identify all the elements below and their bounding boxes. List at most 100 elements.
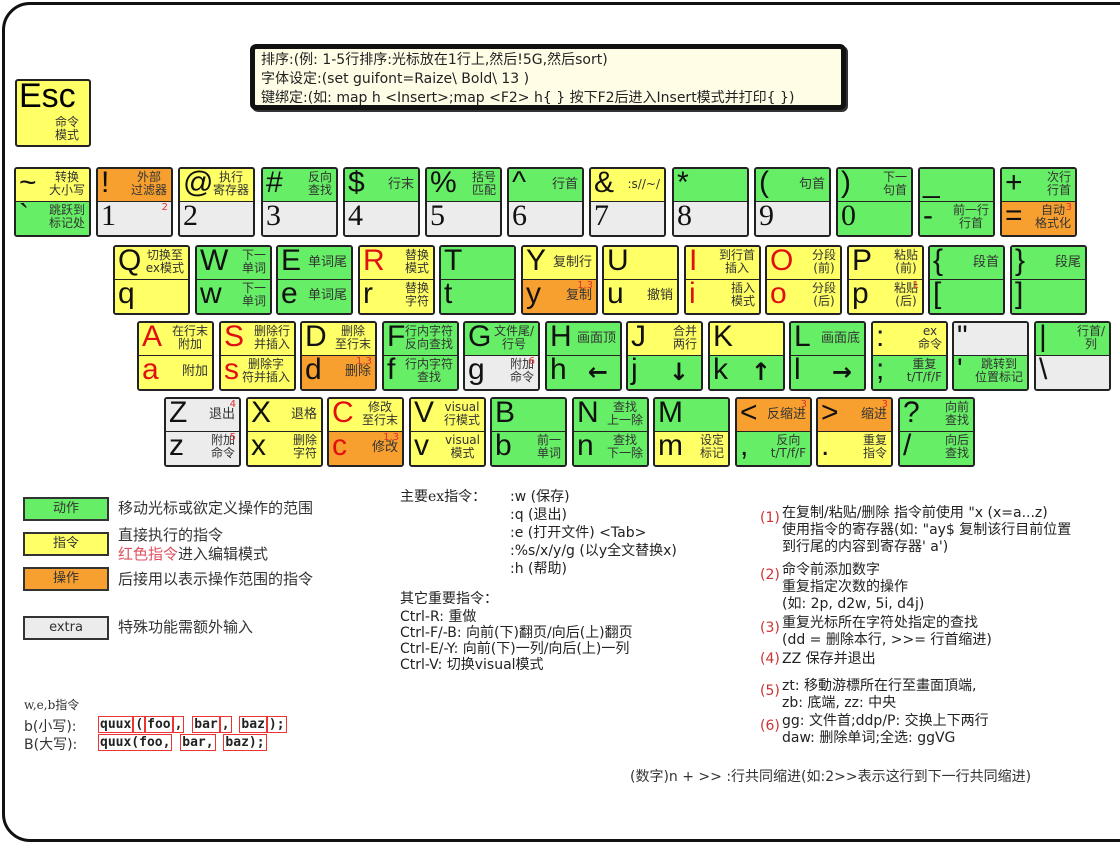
keycap[interactable]: < 反缩进 3, 反向 t/T/f/F xyxy=(735,397,812,467)
key-backslash[interactable]: \ xyxy=(1036,353,1109,389)
key-lower-z[interactable]: z 附加 命令 5 xyxy=(166,429,239,465)
keycap[interactable]: ? 向前 查找 / 向后 查找 xyxy=(898,397,975,467)
keycap[interactable]: + 次行 行首 = 自动 格式化 3 xyxy=(1000,167,1077,237)
keycap[interactable]: D 删除 至行末 d 删除 1,3 xyxy=(300,321,377,391)
keycap[interactable]: Z 退出 4 z 附加 命令 5 xyxy=(164,397,241,467)
key-lower-m[interactable]: m 设定 标记 xyxy=(655,429,728,465)
key-lower-f[interactable]: f 行内字符 查找 xyxy=(384,353,457,389)
keycap[interactable]: Uu 撤销 xyxy=(602,245,679,315)
key-lower-r[interactable]: r 替换 字符 xyxy=(360,277,433,313)
keycap[interactable]: L 画面底 l → xyxy=(789,321,866,391)
key-lower-d[interactable]: d 删除 1,3 xyxy=(302,353,375,389)
keycap[interactable]: C 修改 至行末 c 修改 1,3 xyxy=(327,397,404,467)
keycap[interactable]: Q 切换至 ex模式 q xyxy=(113,245,190,315)
key-lower-o[interactable]: o 分段 (后) xyxy=(767,277,840,313)
keycap[interactable]: } 段尾] xyxy=(1010,245,1087,315)
keycap[interactable]: I 到行首 插入 i 插入 模式 xyxy=(684,245,761,315)
key-lower-c[interactable]: c 修改 1,3 xyxy=(329,429,402,465)
key-equals[interactable]: = 自动 格式化 3 xyxy=(1002,199,1075,235)
keycap[interactable]: " ' 跳转到 位置标记 xyxy=(952,321,1029,391)
key-2[interactable]: 2 xyxy=(180,199,253,235)
key-upper-i[interactable]: I 到行首 插入 xyxy=(686,247,759,280)
key-lower-y[interactable]: y 复制 1,3 xyxy=(523,277,596,313)
key-slash[interactable]: / 向后 查找 xyxy=(900,429,973,465)
keycap[interactable]: X 退格 x 删除 字符 xyxy=(246,397,323,467)
key-lower-s[interactable]: s 删除字 符并插入 xyxy=(221,353,294,389)
key-1[interactable]: 12 xyxy=(98,199,171,235)
keycap[interactable]: Bb 前一 单词 xyxy=(490,397,567,467)
keycap[interactable]: ^ 行首 6 xyxy=(507,167,584,237)
key-lower-i[interactable]: i 插入 模式 xyxy=(686,277,759,313)
keycap[interactable]: | 行首/列 \ xyxy=(1034,321,1111,391)
key-upper-j[interactable]: J 合并 两行 xyxy=(628,323,701,356)
key-rbracket[interactable]: ] xyxy=(1012,277,1085,313)
keycap[interactable]: Vvisual 行模式 v visual 模式 xyxy=(409,397,486,467)
keycap[interactable]: H 画面顶 h ← xyxy=(545,321,622,391)
keycap[interactable]: S 删除行 并插入 s 删除字 符并插入 xyxy=(219,321,296,391)
keycap[interactable]: J 合并 两行 j ↓ xyxy=(626,321,703,391)
key-char: * xyxy=(677,167,689,199)
key-lower-x[interactable]: x 删除 字符 xyxy=(248,429,321,465)
keycap[interactable]: _ - 前一行 行首 xyxy=(918,167,995,237)
keycap[interactable]: N 查找 上一除 n 查找 下一除 xyxy=(572,397,649,467)
key-lbracket[interactable]: [ xyxy=(930,277,1003,313)
key-lower-a[interactable]: a 附加 xyxy=(139,353,212,389)
key-lower-h[interactable]: h ← xyxy=(547,353,620,389)
keycap[interactable]: * 8 xyxy=(672,167,749,237)
key-3[interactable]: 3 xyxy=(263,199,336,235)
keycap[interactable]: {段首 [ xyxy=(928,245,1005,315)
key-lower-p[interactable]: p 粘贴 (后) 1 xyxy=(849,277,922,313)
keycap[interactable]: % 括号 匹配 5 xyxy=(425,167,502,237)
key-lower-w[interactable]: w 下一 单词 xyxy=(197,277,270,313)
keycap[interactable]: ) 下一 句首 0 xyxy=(836,167,913,237)
keycap[interactable]: R 替换 模式 r 替换 字符 xyxy=(358,245,435,315)
keycap[interactable]: # 反向 查找 3 xyxy=(261,167,338,237)
keycap[interactable]: P 粘贴 (前) p 粘贴 (后) 1 xyxy=(847,245,924,315)
keycap[interactable]: G 文件尾/行号 g 附加 命令 6 xyxy=(463,321,540,391)
keycap[interactable]: ~ 转换 大小写 ` 跳跃到 标记处 xyxy=(14,167,91,237)
key-semicolon[interactable]: ; 重复 t/T/f/F xyxy=(873,353,946,389)
key-lower-l[interactable]: l → xyxy=(791,353,864,389)
keycap[interactable]: ! 外部 过滤器 1 2 xyxy=(96,167,173,237)
key-0[interactable]: 0 xyxy=(838,199,911,235)
keycap[interactable]: (句首 9 xyxy=(754,167,831,237)
keycap[interactable]: &:s//~/ 7 xyxy=(589,167,666,237)
key-lower-q[interactable]: q xyxy=(115,277,188,313)
key-dquote[interactable]: " xyxy=(954,323,1027,356)
key-lower-v[interactable]: v visual 模式 xyxy=(411,429,484,465)
key-comma[interactable]: , 反向 t/T/f/F xyxy=(737,429,810,465)
keycap[interactable]: W 下一 单词 w 下一 单词 xyxy=(195,245,272,315)
key-lower-t[interactable]: t xyxy=(441,277,514,313)
key-esc[interactable]: Esc 命令 模式 xyxy=(15,77,91,147)
key-4[interactable]: 4 xyxy=(345,199,418,235)
key-squote[interactable]: ' 跳转到 位置标记 xyxy=(954,353,1027,389)
key-upper-l[interactable]: L 画面底 xyxy=(791,323,864,356)
keycap[interactable]: Tt xyxy=(439,245,516,315)
keycap[interactable]: Y 复制行 y 复制 1,3 xyxy=(521,245,598,315)
key-lower-u[interactable]: u 撤销 xyxy=(604,277,677,313)
keycap[interactable]: @ 执行 寄存器 2 xyxy=(178,167,255,237)
key-lower-j[interactable]: j ↓ xyxy=(628,353,701,389)
key-lower-b[interactable]: b 前一 单词 xyxy=(492,429,565,465)
key-lower-e[interactable]: e 单词尾 xyxy=(278,277,351,313)
key-5[interactable]: 5 xyxy=(427,199,500,235)
key-6[interactable]: 6 xyxy=(509,199,582,235)
key-lower-k[interactable]: k ↑ xyxy=(710,353,783,389)
key-backtick[interactable]: ` 跳跃到 标记处 xyxy=(16,199,89,235)
key-8[interactable]: 8 xyxy=(674,199,747,235)
key-period[interactable]: . 重复 指令 xyxy=(818,429,891,465)
keycap[interactable]: F 行内字符 反向查找 f 行内字符 查找 xyxy=(382,321,459,391)
keycap[interactable]: > 缩进 3. 重复 指令 xyxy=(816,397,893,467)
keycap[interactable]: E 单词尾 e 单词尾 xyxy=(276,245,353,315)
key-9[interactable]: 9 xyxy=(756,199,829,235)
keycap[interactable]: Mm 设定 标记 xyxy=(653,397,730,467)
keycap[interactable]: : ex 命令; 重复 t/T/f/F xyxy=(871,321,948,391)
key-lower-g[interactable]: g 附加 命令 6 xyxy=(465,353,538,389)
key-lower-n[interactable]: n 查找 下一除 xyxy=(574,429,647,465)
keycap[interactable]: Kk ↑ xyxy=(708,321,785,391)
keycap[interactable]: O 分段 (前) o 分段 (后) xyxy=(765,245,842,315)
keycap[interactable]: $ 行末 4 xyxy=(343,167,420,237)
key-minus[interactable]: - 前一行 行首 xyxy=(920,199,993,235)
key-7[interactable]: 7 xyxy=(591,199,664,235)
keycap[interactable]: A 在行末 附加 a 附加 xyxy=(137,321,214,391)
